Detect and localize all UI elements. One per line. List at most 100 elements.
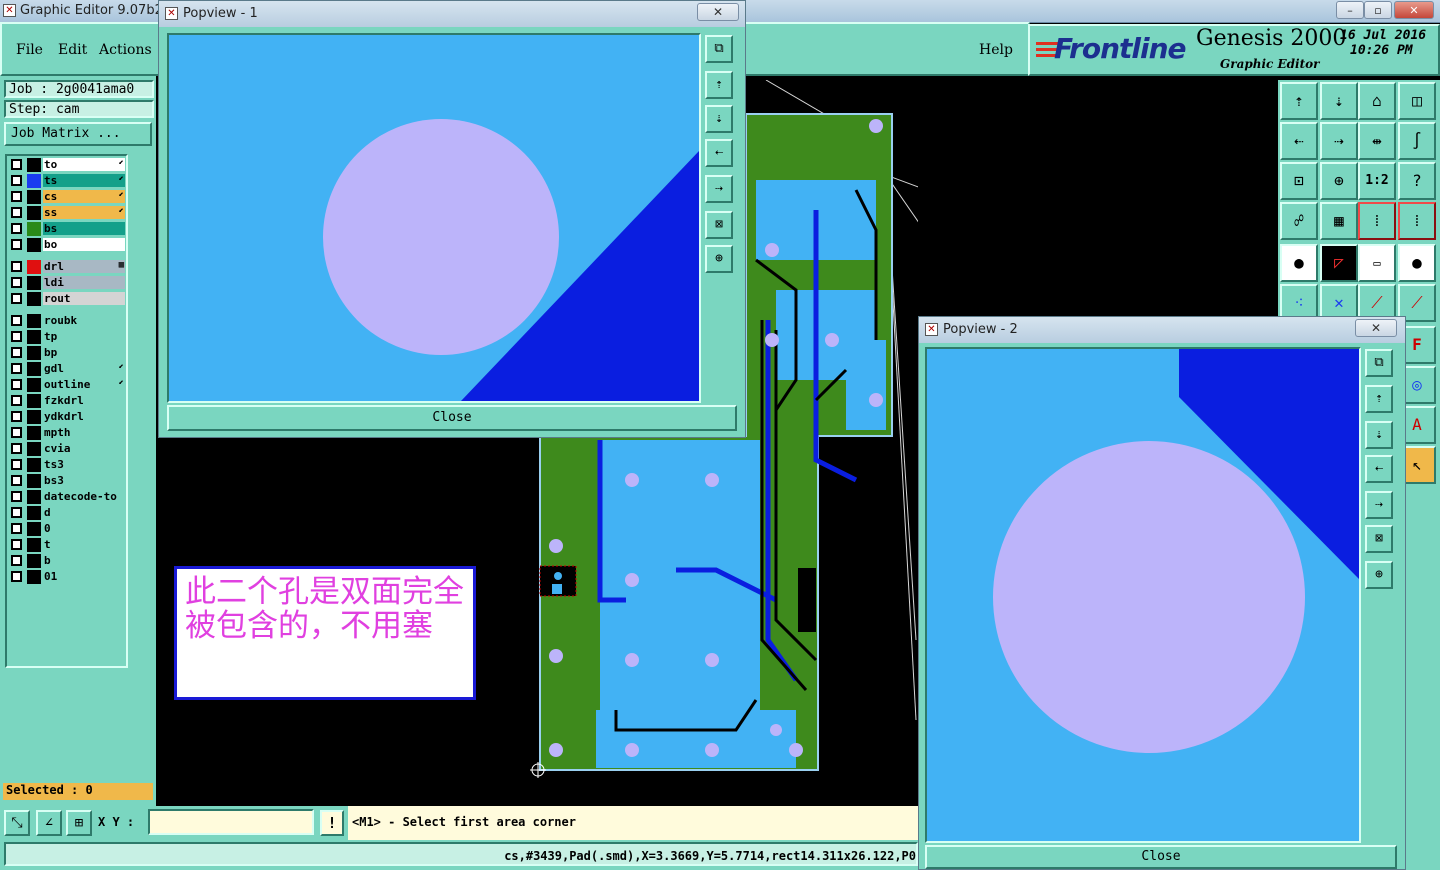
layer-color-swatch[interactable] — [27, 276, 41, 290]
layer-name[interactable]: b — [43, 554, 125, 567]
popview-right-icon[interactable]: ⇢ — [705, 175, 733, 203]
ruler-icon[interactable]: ▭ — [1358, 244, 1396, 282]
menu-file[interactable]: File — [16, 42, 43, 58]
layer-row[interactable]: bs3 — [7, 474, 130, 488]
layer-checkbox[interactable] — [11, 315, 22, 326]
layer-name[interactable]: roubk — [43, 314, 125, 327]
layer-checkbox[interactable] — [11, 191, 22, 202]
popview-right-icon[interactable]: ⇢ — [1365, 491, 1393, 519]
layer-row[interactable]: roubk — [7, 314, 130, 328]
select-object-icon[interactable]: ● — [1280, 244, 1318, 282]
layer-checkbox[interactable] — [11, 507, 22, 518]
layer-checkbox[interactable] — [11, 159, 22, 170]
layer-color-swatch[interactable] — [27, 206, 41, 220]
popview-2-close-button[interactable]: Close — [925, 845, 1397, 869]
layer-color-swatch[interactable] — [27, 314, 41, 328]
popview-2-close-x[interactable]: ✕ — [1355, 319, 1397, 337]
menu-help[interactable]: Help — [979, 42, 1013, 58]
layer-name[interactable]: ts3 — [43, 458, 125, 471]
close-button[interactable]: ✕ — [1394, 1, 1434, 19]
layer-name[interactable]: cvia — [43, 442, 125, 455]
layer-name[interactable]: d — [43, 506, 125, 519]
popview-up-icon[interactable]: ⇡ — [1365, 385, 1393, 413]
menu-actions[interactable]: Actions — [99, 42, 152, 58]
layer-row[interactable]: datecode-to — [7, 490, 130, 504]
menu-edit[interactable]: Edit — [58, 42, 87, 58]
layer-name[interactable]: drl — [43, 260, 125, 273]
layer-checkbox[interactable] — [11, 459, 22, 470]
layer-name[interactable]: datecode-to — [43, 490, 125, 503]
layer-name[interactable]: mpth — [43, 426, 125, 439]
layer-row[interactable]: b — [7, 554, 130, 568]
layer-color-swatch[interactable] — [27, 292, 41, 306]
popview-center-icon[interactable]: ⊕ — [705, 245, 733, 273]
layer-checkbox[interactable] — [11, 571, 22, 582]
popview-1-canvas[interactable] — [167, 33, 701, 403]
popview-1-close-button[interactable]: Close — [167, 405, 737, 431]
layer-name[interactable]: outline — [43, 378, 125, 391]
layer-color-swatch[interactable] — [27, 158, 41, 172]
layer-checkbox[interactable] — [11, 443, 22, 454]
layer-row[interactable]: ydkdrl — [7, 410, 130, 424]
layer-color-swatch[interactable] — [27, 506, 41, 520]
layer-color-swatch[interactable] — [27, 426, 41, 440]
layer-name[interactable]: ts — [43, 174, 125, 187]
layer-color-swatch[interactable] — [27, 442, 41, 456]
layer-filter-2-icon[interactable]: ⁞ — [1398, 202, 1436, 240]
layer-row[interactable]: fzkdrl — [7, 394, 130, 408]
layer-name[interactable]: cs — [43, 190, 125, 203]
layer-checkbox[interactable] — [11, 331, 22, 342]
layer-color-swatch[interactable] — [27, 522, 41, 536]
layer-name[interactable]: t — [43, 538, 125, 551]
layer-checkbox[interactable] — [11, 379, 22, 390]
popview-fit-icon[interactable]: ⊠ — [1365, 525, 1393, 553]
layer-row[interactable]: bo — [7, 238, 130, 252]
layer-name[interactable]: bo — [43, 238, 125, 251]
layer-color-swatch[interactable] — [27, 238, 41, 252]
layer-checkbox[interactable] — [11, 363, 22, 374]
layer-color-swatch[interactable] — [27, 346, 41, 360]
layer-color-swatch[interactable] — [27, 174, 41, 188]
layer-checkbox[interactable] — [11, 491, 22, 502]
layer-checkbox[interactable] — [11, 293, 22, 304]
layer-name[interactable]: gdl — [43, 362, 125, 375]
layer-checkbox[interactable] — [11, 347, 22, 358]
layer-row[interactable]: drl ▦ — [7, 260, 130, 274]
dot-icon[interactable]: ● — [1398, 244, 1436, 282]
popview-2-canvas[interactable] — [925, 347, 1361, 843]
layer-name[interactable]: ss — [43, 206, 125, 219]
maximize-button[interactable]: ▫ — [1364, 1, 1392, 19]
layer-color-swatch[interactable] — [27, 570, 41, 584]
layer-row[interactable]: ldi — [7, 276, 130, 290]
layer-row[interactable]: ss ⬋ — [7, 206, 130, 220]
layer-color-swatch[interactable] — [27, 410, 41, 424]
snap-angle-icon[interactable]: ∠ — [36, 810, 62, 836]
layer-name[interactable]: to — [43, 158, 125, 171]
minimize-button[interactable]: – — [1336, 1, 1364, 19]
layer-checkbox[interactable] — [11, 395, 22, 406]
layer-color-swatch[interactable] — [27, 190, 41, 204]
layer-row[interactable]: 01 — [7, 570, 130, 584]
layer-row[interactable]: gdl ⬋ — [7, 362, 130, 376]
popview-zoom-icon[interactable]: ⧉ — [1365, 349, 1393, 377]
layer-checkbox[interactable] — [11, 555, 22, 566]
s-curve-icon[interactable]: ∫ — [1398, 122, 1436, 160]
layer-name[interactable]: ldi — [43, 276, 125, 289]
layer-row[interactable]: t — [7, 538, 130, 552]
pan-left-icon[interactable]: ⇠ — [1280, 122, 1318, 160]
layer-row[interactable]: rout — [7, 292, 130, 306]
popview-left-icon[interactable]: ⇠ — [705, 139, 733, 167]
layer-color-swatch[interactable] — [27, 330, 41, 344]
layer-color-swatch[interactable] — [27, 394, 41, 408]
layer-filter-icon[interactable]: ⁞ — [1358, 202, 1396, 240]
popview-zoom-icon[interactable]: ⧉ — [705, 35, 733, 63]
layer-checkbox[interactable] — [11, 539, 22, 550]
layer-name[interactable]: 0 — [43, 522, 125, 535]
split-view-icon[interactable]: ◫ — [1398, 82, 1436, 120]
exclamation-icon[interactable]: ! — [320, 810, 344, 836]
layer-row[interactable]: to ⬋ — [7, 158, 130, 172]
popview-fit-icon[interactable]: ⊠ — [705, 211, 733, 239]
measure-angle-icon[interactable]: ◸ — [1320, 244, 1358, 282]
layer-name[interactable]: tp — [43, 330, 125, 343]
layer-row[interactable]: bs — [7, 222, 130, 236]
